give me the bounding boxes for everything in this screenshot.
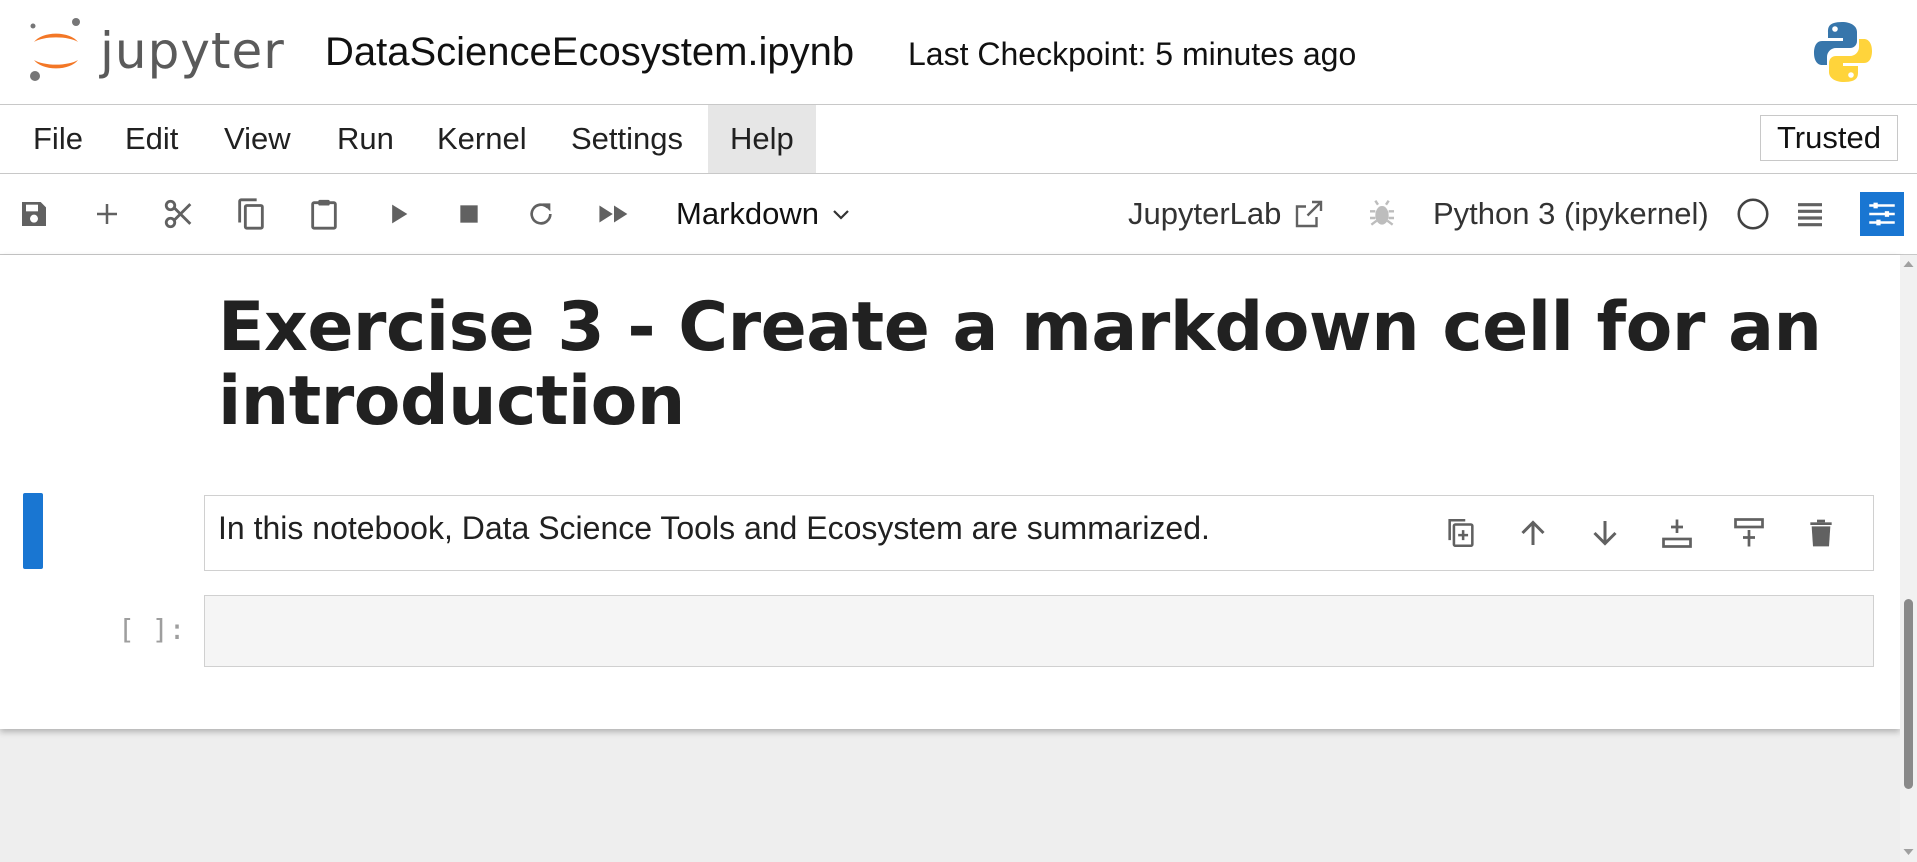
add-cell-icon bbox=[97, 204, 117, 224]
jupyterlab-label: JupyterLab bbox=[1128, 196, 1282, 231]
run-all-icon bbox=[599, 205, 628, 223]
menu-bar: File Edit View Run Kernel Settings Help … bbox=[0, 105, 1917, 174]
jupyter-logo[interactable]: jupyter bbox=[26, 16, 285, 86]
kernel-idle-circle-icon bbox=[1737, 198, 1769, 230]
external-link-icon bbox=[1296, 200, 1323, 228]
markdown-cell-editor[interactable]: In this notebook, Data Science Tools and… bbox=[204, 495, 1874, 571]
notebook-title[interactable]: DataScienceEcosystem.ipynb bbox=[325, 30, 854, 74]
copy-button[interactable] bbox=[231, 190, 271, 238]
paste-button[interactable] bbox=[304, 190, 344, 238]
run-all-button[interactable] bbox=[594, 190, 634, 238]
jupyter-logo-text: jupyter bbox=[100, 22, 285, 80]
scrollbar-thumb[interactable] bbox=[1904, 599, 1913, 789]
menu-file[interactable]: File bbox=[11, 105, 105, 173]
property-inspector-button[interactable] bbox=[1860, 192, 1904, 236]
menu-kernel[interactable]: Kernel bbox=[415, 105, 549, 173]
notebook-header: jupyter DataScienceEcosystem.ipynb Last … bbox=[0, 0, 1917, 105]
duplicate-icon bbox=[1448, 518, 1474, 548]
kernel-name[interactable]: Python 3 (ipykernel) bbox=[1433, 192, 1709, 236]
interrupt-kernel-button[interactable] bbox=[449, 190, 489, 238]
code-cell-editor[interactable] bbox=[204, 595, 1874, 667]
debugger-button[interactable] bbox=[1362, 190, 1402, 238]
insert-cell-button[interactable] bbox=[87, 190, 127, 238]
paste-icon bbox=[311, 199, 337, 230]
menu-lines-icon bbox=[1798, 203, 1822, 227]
insert-cell-below-button[interactable] bbox=[1713, 510, 1785, 556]
cut-icon bbox=[164, 199, 192, 229]
markdown-heading[interactable]: Exercise 3 - Create a markdown cell for … bbox=[218, 291, 1838, 439]
move-cell-down-button[interactable] bbox=[1569, 510, 1641, 556]
cell-type-label: Markdown bbox=[676, 196, 819, 231]
insert-below-icon bbox=[1734, 518, 1764, 547]
chevron-down-icon bbox=[833, 210, 849, 220]
run-cell-button[interactable] bbox=[378, 190, 418, 238]
kernel-status-indicator bbox=[1733, 190, 1773, 238]
save-button[interactable] bbox=[14, 190, 54, 238]
notebook-panel: Exercise 3 - Create a markdown cell for … bbox=[0, 255, 1900, 729]
scroll-down-arrow-icon[interactable] bbox=[1903, 849, 1914, 857]
active-cell-indicator bbox=[23, 493, 43, 569]
menu-edit[interactable]: Edit bbox=[103, 105, 200, 173]
code-cell-prompt: [ ]: bbox=[118, 613, 186, 646]
stop-icon bbox=[460, 205, 478, 223]
bug-icon bbox=[1370, 200, 1394, 226]
save-icon bbox=[22, 202, 46, 226]
copy-icon bbox=[238, 198, 264, 230]
settings-sliders-icon bbox=[1869, 202, 1895, 226]
restart-kernel-button[interactable] bbox=[521, 190, 561, 238]
duplicate-cell-button[interactable] bbox=[1425, 510, 1497, 556]
cell-type-select[interactable]: Markdown bbox=[676, 192, 853, 236]
delete-cell-button[interactable] bbox=[1785, 510, 1857, 556]
command-palette-button[interactable] bbox=[1790, 190, 1830, 238]
cell-toolbar bbox=[1425, 510, 1857, 556]
menu-run[interactable]: Run bbox=[315, 105, 416, 173]
last-checkpoint: Last Checkpoint: 5 minutes ago bbox=[908, 36, 1357, 72]
notebook-scrollbar[interactable] bbox=[1900, 255, 1917, 862]
menu-view[interactable]: View bbox=[202, 105, 313, 173]
arrow-down-icon bbox=[1593, 521, 1617, 546]
run-icon bbox=[392, 204, 408, 224]
insert-cell-above-button[interactable] bbox=[1641, 510, 1713, 556]
trusted-indicator[interactable]: Trusted bbox=[1760, 115, 1898, 161]
restart-icon bbox=[530, 203, 552, 225]
arrow-up-icon bbox=[1521, 520, 1545, 545]
trash-icon bbox=[1810, 519, 1832, 547]
python-logo bbox=[1812, 20, 1874, 89]
markdown-cell-text[interactable]: In this notebook, Data Science Tools and… bbox=[218, 510, 1210, 547]
move-cell-up-button[interactable] bbox=[1497, 510, 1569, 556]
python-logo-icon bbox=[1814, 22, 1872, 82]
menu-help[interactable]: Help bbox=[708, 105, 816, 173]
menu-settings[interactable]: Settings bbox=[549, 105, 705, 173]
notebook-toolbar: Markdown JupyterLab Python 3 (ipykernel) bbox=[0, 174, 1917, 255]
cut-button[interactable] bbox=[159, 190, 199, 238]
jupyter-logo-icon bbox=[30, 18, 80, 81]
open-in-jupyterlab-button[interactable]: JupyterLab bbox=[1128, 192, 1327, 236]
scroll-up-arrow-icon[interactable] bbox=[1903, 259, 1914, 267]
insert-above-icon bbox=[1662, 519, 1692, 548]
